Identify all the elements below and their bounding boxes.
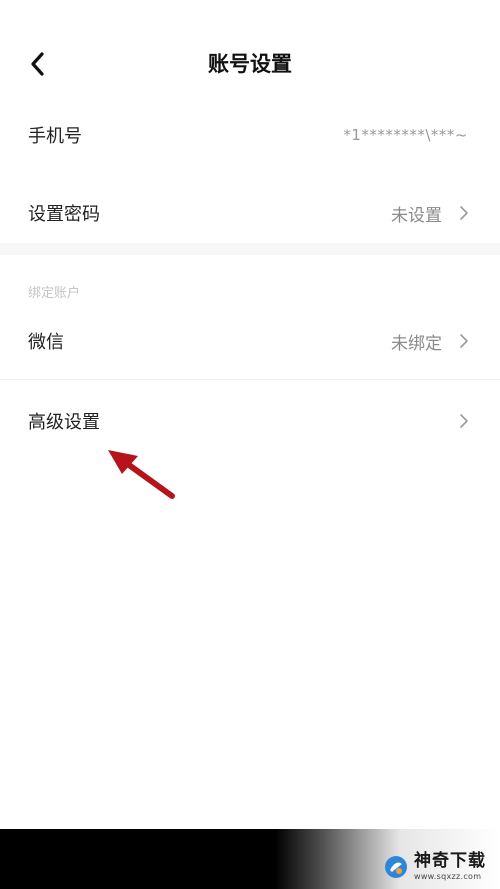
advanced-settings-row[interactable]: 高级设置 <box>0 382 500 460</box>
row-divider <box>0 379 500 380</box>
wechat-label: 微信 <box>28 332 64 353</box>
advanced-settings-label: 高级设置 <box>28 412 100 433</box>
watermark-logo-icon <box>385 856 407 878</box>
set-password-status: 未设置 <box>391 205 442 226</box>
watermark-url: www.sqxzz.com <box>414 872 482 881</box>
chevron-right-icon <box>456 205 472 221</box>
account-settings-screen: 账号设置 手机号 *1********\***~ 设置密码 未设置 绑定账户 微… <box>0 0 500 889</box>
wechat-row[interactable]: 微信 未绑定 <box>0 302 500 380</box>
red-arrow-icon <box>108 450 175 499</box>
bottom-bar: 神奇下载 www.sqxzz.com <box>0 829 500 889</box>
watermark: 神奇下载 www.sqxzz.com <box>384 853 486 881</box>
set-password-label: 设置密码 <box>28 204 100 225</box>
chevron-right-icon <box>456 333 472 349</box>
page-title: 账号设置 <box>208 52 292 76</box>
chevron-right-icon <box>456 413 472 429</box>
section-divider <box>0 243 500 255</box>
set-password-row[interactable]: 设置密码 未设置 <box>0 174 500 252</box>
watermark-title: 神奇下载 <box>414 851 486 871</box>
phone-value: *1********\***~ <box>343 126 468 144</box>
wechat-status: 未绑定 <box>391 333 442 354</box>
phone-row[interactable]: 手机号 *1********\***~ <box>0 96 500 174</box>
bind-section-title: 绑定账户 <box>28 286 81 301</box>
phone-label: 手机号 <box>28 126 82 147</box>
